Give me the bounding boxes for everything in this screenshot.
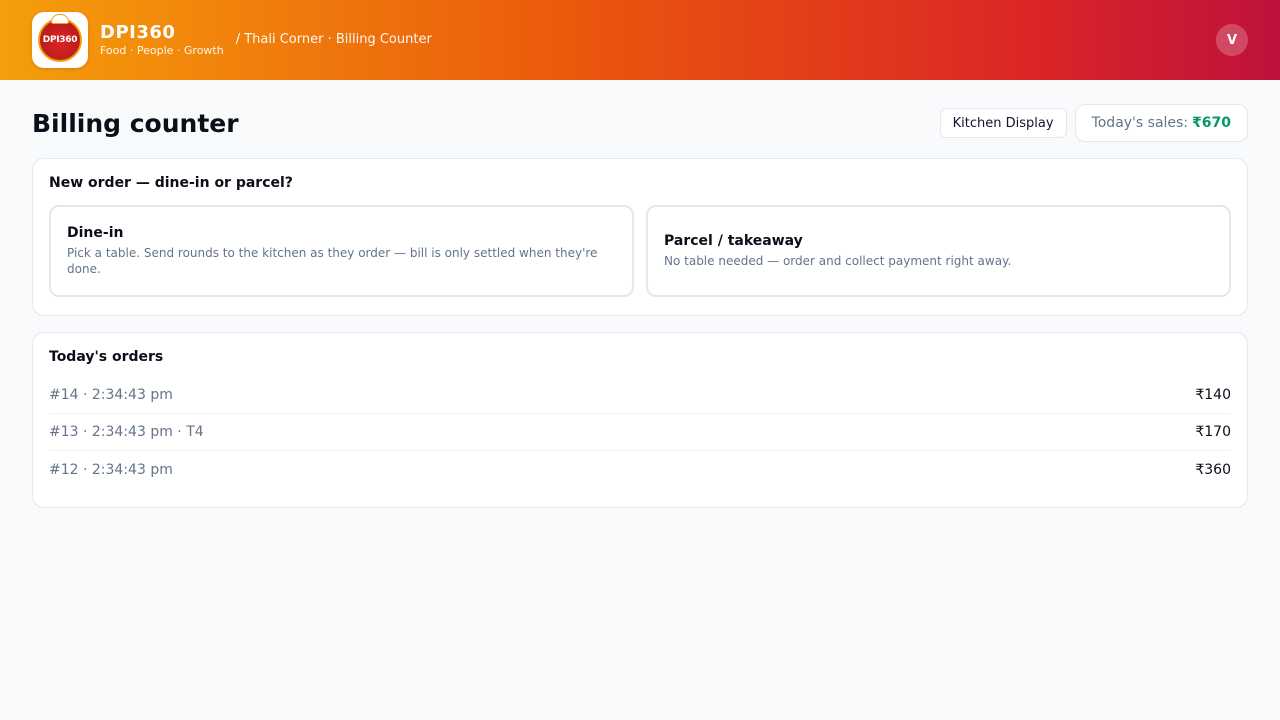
logo-text: DPI360 xyxy=(42,35,78,45)
kitchen-display-button[interactable]: Kitchen Display xyxy=(939,108,1067,138)
top-bar: DPI360 DPI360 Food · People · Growth / T… xyxy=(0,0,1280,80)
order-amount: ₹140 xyxy=(1195,387,1231,403)
orders-list: #14 · 2:34:43 pm ₹140 #13 · 2:34:43 pm ·… xyxy=(49,377,1231,488)
todays-sales-badge: Today's sales: ₹670 xyxy=(1074,104,1248,142)
order-row[interactable]: #14 · 2:34:43 pm ₹140 xyxy=(49,377,1231,414)
user-avatar[interactable]: V xyxy=(1216,24,1248,56)
order-label: #12 · 2:34:43 pm xyxy=(49,461,173,478)
option-description: Pick a table. Send rounds to the kitchen… xyxy=(67,246,598,276)
brand-name: DPI360 xyxy=(100,22,176,43)
title-actions: Kitchen Display Today's sales: ₹670 xyxy=(939,104,1248,142)
todays-orders-card: Today's orders #14 · 2:34:43 pm ₹140 #13… xyxy=(32,332,1248,508)
parcel-option[interactable]: Parcel / takeaway No table needed — orde… xyxy=(646,205,1231,297)
order-type-options: Dine-in Pick a table. Send rounds to the… xyxy=(49,205,1231,297)
app-logo[interactable]: DPI360 xyxy=(32,12,88,68)
breadcrumb: / Thali Corner · Billing Counter xyxy=(235,31,432,47)
option-title: Dine-in xyxy=(67,225,124,241)
dine-in-option[interactable]: Dine-in Pick a table. Send rounds to the… xyxy=(49,205,634,297)
brand-tagline: Food · People · Growth xyxy=(100,44,224,57)
order-amount: ₹360 xyxy=(1195,461,1231,478)
page-title: Billing counter xyxy=(32,108,239,138)
order-label: #13 · 2:34:43 pm · T4 xyxy=(49,424,204,440)
order-amount: ₹170 xyxy=(1195,424,1231,440)
order-row[interactable]: #12 · 2:34:43 pm ₹360 xyxy=(49,451,1231,488)
orders-title: Today's orders xyxy=(49,349,164,365)
main-content: Billing counter Kitchen Display Today's … xyxy=(0,80,1280,532)
title-row: Billing counter Kitchen Display Today's … xyxy=(32,104,1248,142)
new-order-card: New order — dine-in or parcel? Dine-in P… xyxy=(32,158,1248,316)
chef-logo-icon: DPI360 xyxy=(38,14,82,62)
option-title: Parcel / takeaway xyxy=(664,233,803,249)
new-order-title: New order — dine-in or parcel? xyxy=(49,175,293,191)
brand: DPI360 Food · People · Growth xyxy=(100,22,224,58)
order-label: #14 · 2:34:43 pm xyxy=(49,387,173,403)
sales-label: Today's sales: xyxy=(1091,115,1189,131)
option-description: No table needed — order and collect paym… xyxy=(664,254,1012,268)
chef-hat-icon xyxy=(51,14,69,24)
sales-value: ₹670 xyxy=(1192,115,1231,131)
order-row[interactable]: #13 · 2:34:43 pm · T4 ₹170 xyxy=(49,414,1231,451)
